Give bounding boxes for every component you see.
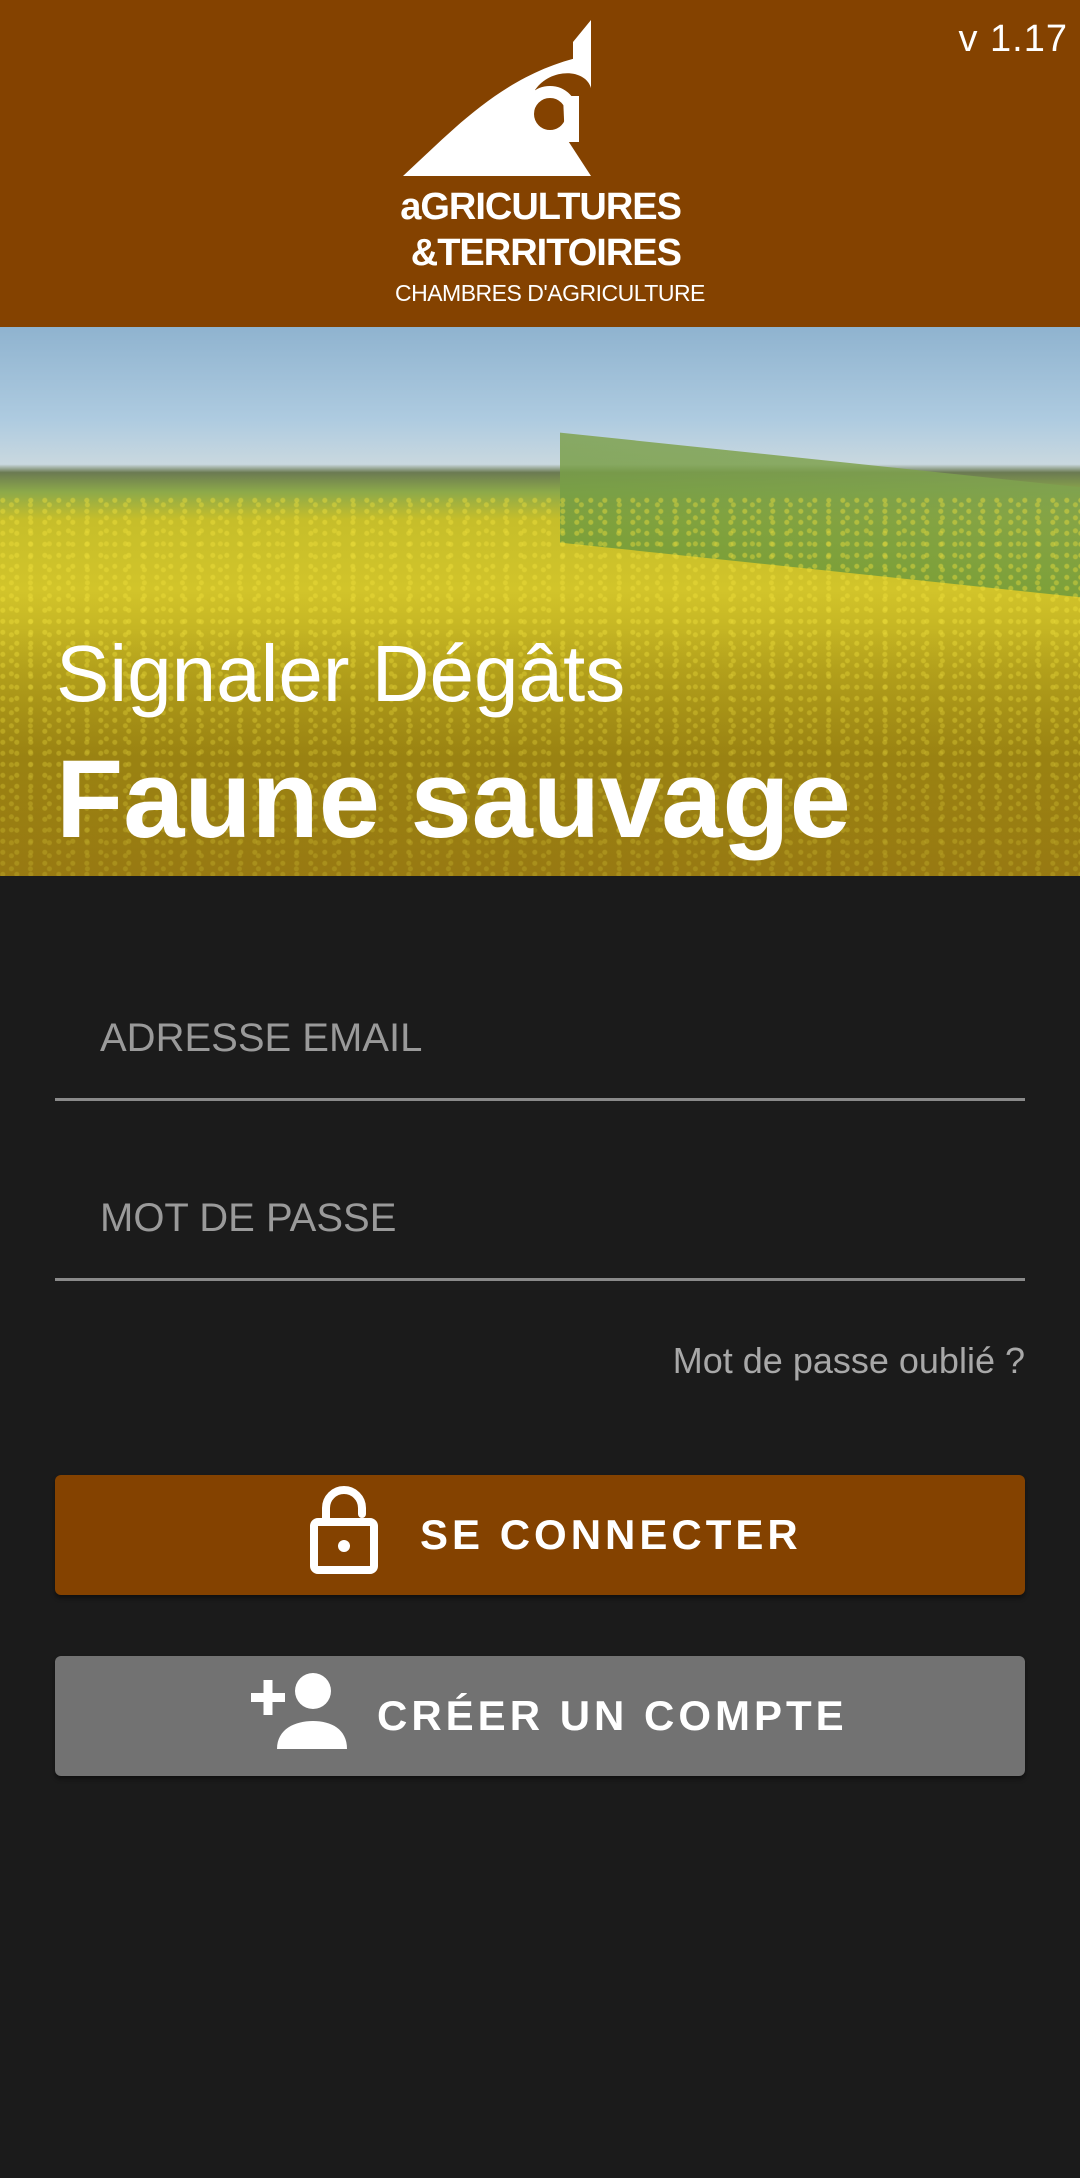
logo-line-2: &TERRITOIRES [410, 232, 682, 274]
password-input[interactable] [100, 1158, 1000, 1278]
hero-title: Faune sauvage [56, 738, 851, 861]
agricultures-territoires-logo: aGRICULTURES &TERRITOIRES CHAMBRES D'AGR… [395, 18, 705, 310]
logo-line-1: aGRICULTURES [400, 186, 682, 228]
login-button-label: SE CONNECTER [420, 1511, 802, 1558]
lock-open-icon [308, 1486, 380, 1584]
login-button-content: SE CONNECTER [308, 1475, 802, 1595]
app-version: v 1.17 [958, 18, 1068, 60]
password-field [55, 1158, 1025, 1281]
create-account-button-label: CRÉER UN COMPTE [377, 1692, 848, 1739]
login-button[interactable]: SE CONNECTER [55, 1475, 1025, 1595]
create-account-button[interactable]: CRÉER UN COMPTE [55, 1656, 1025, 1776]
logo-mark-icon [403, 20, 591, 176]
logo-line-3: CHAMBRES D'AGRICULTURE [395, 280, 705, 306]
hero-subtitle: Signaler Dégâts [56, 629, 626, 718]
person-add-icon [251, 1671, 347, 1761]
create-account-button-content: CRÉER UN COMPTE [251, 1656, 848, 1776]
email-field [55, 978, 1025, 1101]
forgot-password-link[interactable]: Mot de passe oublié ? [673, 1340, 1025, 1382]
email-input[interactable] [100, 978, 1000, 1098]
app-header: v 1.17 aGRICULTURES &TERRITOIRES CHAMBRE… [0, 0, 1080, 327]
hero-banner: Signaler Dégâts Faune sauvage [0, 327, 1080, 876]
